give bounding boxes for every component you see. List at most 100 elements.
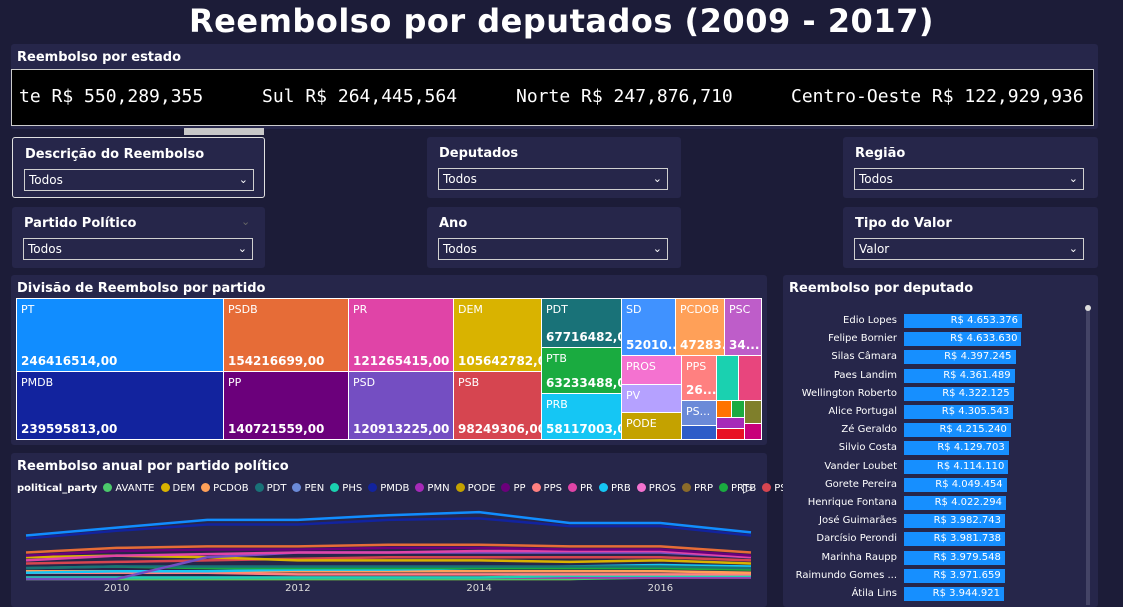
legend-item[interactable]: PMDB (380, 483, 409, 494)
bar-row[interactable]: Felipe Bornier R$ 4.633.630 (783, 330, 1083, 348)
bar-row[interactable]: Alice Portugal R$ 4.305.543 (783, 403, 1083, 421)
treemap-cell[interactable]: PP 140721559,00 (223, 371, 349, 440)
scrollbar[interactable] (1086, 305, 1090, 605)
treemap-cell[interactable]: PSC 34... (724, 298, 762, 356)
bar[interactable]: R$ 4.397.245 (904, 350, 1016, 365)
legend-item[interactable]: PROS (649, 483, 676, 494)
bar-row[interactable]: Raimundo Gomes ... R$ 3.971.659 (783, 567, 1083, 585)
line-chart-plot[interactable]: 2010 2012 2014 2016 (11, 501, 767, 607)
treemap-cell[interactable] (716, 355, 739, 401)
bar[interactable]: R$ 3.979.548 (904, 550, 1005, 565)
descricao-dropdown[interactable]: Todos ⌄ (24, 169, 254, 191)
legend-item[interactable]: PR (580, 483, 593, 494)
legend-item[interactable]: PRP (694, 483, 713, 494)
bar[interactable]: R$ 3.982.743 (904, 514, 1005, 529)
treemap-cell[interactable]: PSB 98249306,00 (453, 371, 542, 440)
bar[interactable]: R$ 4.305.543 (904, 405, 1014, 419)
treemap-cell[interactable] (744, 423, 762, 440)
cell-name: DEM (458, 303, 483, 316)
legend-item[interactable]: DEM (173, 483, 196, 494)
bar[interactable]: R$ 4.022.294 (904, 496, 1006, 510)
treemap-cell[interactable]: PODE (621, 412, 682, 440)
bar-row[interactable]: José Guimarães R$ 3.982.743 (783, 512, 1083, 530)
series-line-pmdb[interactable] (25, 517, 752, 540)
legend-item[interactable]: PPS (544, 483, 562, 494)
treemap-cell[interactable] (681, 425, 717, 440)
treemap-cell[interactable]: PV (621, 384, 682, 413)
bar-row[interactable]: Silas Câmara R$ 4.397.245 (783, 348, 1083, 366)
legend-item[interactable]: PHS (342, 483, 362, 494)
legend-item[interactable]: PEN (304, 483, 324, 494)
bar[interactable]: R$ 4.215.240 (904, 423, 1011, 438)
bar-row[interactable]: Vander Loubet R$ 4.114.110 (783, 458, 1083, 476)
treemap-cell[interactable]: PPS 26... (681, 355, 717, 401)
legend-item[interactable]: PP (513, 483, 525, 494)
legend-next-arrow-icon[interactable]: ▷ (743, 481, 753, 496)
legend-item[interactable]: PCDOB (213, 483, 248, 494)
treemap-cell[interactable]: PSDB 154216699,00 (223, 298, 349, 372)
bar[interactable]: R$ 4.049.454 (904, 477, 1007, 492)
treemap-cell[interactable] (716, 428, 745, 440)
treemap-cell[interactable] (738, 355, 762, 401)
regiao-dropdown[interactable]: Todos ⌄ (854, 168, 1084, 190)
treemap-panel: Divisão de Reembolso por partido PT 24641… (11, 275, 767, 445)
treemap-cell[interactable]: PR 121265415,00 (348, 298, 454, 372)
bar[interactable]: R$ 4.633.630 (904, 332, 1022, 347)
ano-dropdown[interactable]: Todos ⌄ (438, 238, 668, 260)
deputados-dropdown[interactable]: Todos ⌄ (438, 168, 668, 190)
treemap-cell[interactable]: PS... (681, 400, 717, 426)
treemap-cell[interactable]: PSD 120913225,00 (348, 371, 454, 440)
treemap-cell[interactable]: PTB 63233488,00 (541, 347, 622, 394)
legend-marker (682, 483, 691, 492)
bar[interactable]: R$ 3.944.921 (904, 587, 1005, 601)
legend-marker (531, 483, 541, 492)
series-line-pt[interactable] (25, 510, 752, 537)
bar[interactable]: R$ 4.361.489 (904, 368, 1015, 383)
tipo-valor-dropdown[interactable]: Valor ⌄ (854, 238, 1084, 260)
legend-item[interactable]: PRB (611, 483, 631, 494)
cell-value: 120913225,00 (353, 422, 450, 436)
legend-item[interactable]: PODE (468, 483, 496, 494)
bar-row[interactable]: Edio Lopes R$ 4.653.376 (783, 312, 1083, 330)
bar-row[interactable]: Henrique Fontana R$ 4.022.294 (783, 494, 1083, 512)
ticker-scroller[interactable]: te R$ 550,289,355 Sul R$ 264,445,564 Nor… (11, 69, 1094, 126)
cell-name: PODE (626, 417, 657, 430)
treemap-cell[interactable]: DEM 105642782,00 (453, 298, 542, 372)
treemap-cell[interactable]: PRB 58117003,00 (541, 393, 622, 440)
cell-value: 67716482,00 (546, 330, 621, 344)
partido-dropdown[interactable]: Todos ⌄ (23, 238, 253, 260)
legend-item[interactable]: AVANTE (115, 483, 154, 494)
treemap-cell[interactable]: PCDOB 47283... (675, 298, 725, 356)
treemap-cell[interactable] (731, 400, 745, 418)
bar[interactable]: R$ 3.981.738 (904, 532, 1005, 547)
treemap-cell[interactable]: PMDB 239595813,00 (16, 371, 224, 440)
bar-row[interactable]: Paes Landim R$ 4.361.489 (783, 367, 1083, 385)
treemap-cell[interactable]: PDT 67716482,00 (541, 298, 622, 348)
visual-options-bar[interactable] (184, 128, 264, 135)
legend-item[interactable]: PDT (267, 483, 287, 494)
bar[interactable]: R$ 4.322.125 (904, 386, 1014, 401)
bar-row[interactable]: Gorete Pereira R$ 4.049.454 (783, 476, 1083, 494)
bar-label: Alice Portugal (828, 406, 897, 417)
bar-row[interactable]: Átila Lins R$ 3.944.921 (783, 585, 1083, 603)
bar[interactable]: R$ 3.971.659 (904, 568, 1005, 583)
treemap-cell[interactable] (716, 400, 732, 418)
bar[interactable]: R$ 4.114.110 (904, 459, 1009, 474)
scrollbar-thumb[interactable] (1085, 305, 1091, 311)
bar-value-label: R$ 4.653.376 (950, 315, 1018, 326)
bar-row[interactable]: Zé Geraldo R$ 4.215.240 (783, 421, 1083, 439)
bar-row[interactable]: Marinha Raupp R$ 3.979.548 (783, 549, 1083, 567)
treemap-cell[interactable]: PT 246416514,00 (16, 298, 224, 372)
bar-row[interactable]: Silvio Costa R$ 4.129.703 (783, 439, 1083, 457)
chevron-down-icon[interactable]: ⌄ (241, 215, 250, 228)
bar-value-label: R$ 4.305.543 (941, 406, 1010, 417)
bar-row[interactable]: Darcísio Perondi R$ 3.981.738 (783, 530, 1083, 548)
treemap-cell[interactable]: PROS (621, 355, 682, 385)
bar[interactable]: R$ 4.653.376 (904, 314, 1022, 328)
bar-row[interactable]: Wellington Roberto R$ 4.322.125 (783, 385, 1083, 403)
legend-item[interactable]: PMN (427, 483, 449, 494)
treemap-cell[interactable] (744, 400, 762, 424)
bar[interactable]: R$ 4.129.703 (904, 441, 1009, 456)
chevron-down-icon: ⌄ (237, 242, 247, 255)
treemap-cell[interactable]: SD 52010... (621, 298, 676, 356)
